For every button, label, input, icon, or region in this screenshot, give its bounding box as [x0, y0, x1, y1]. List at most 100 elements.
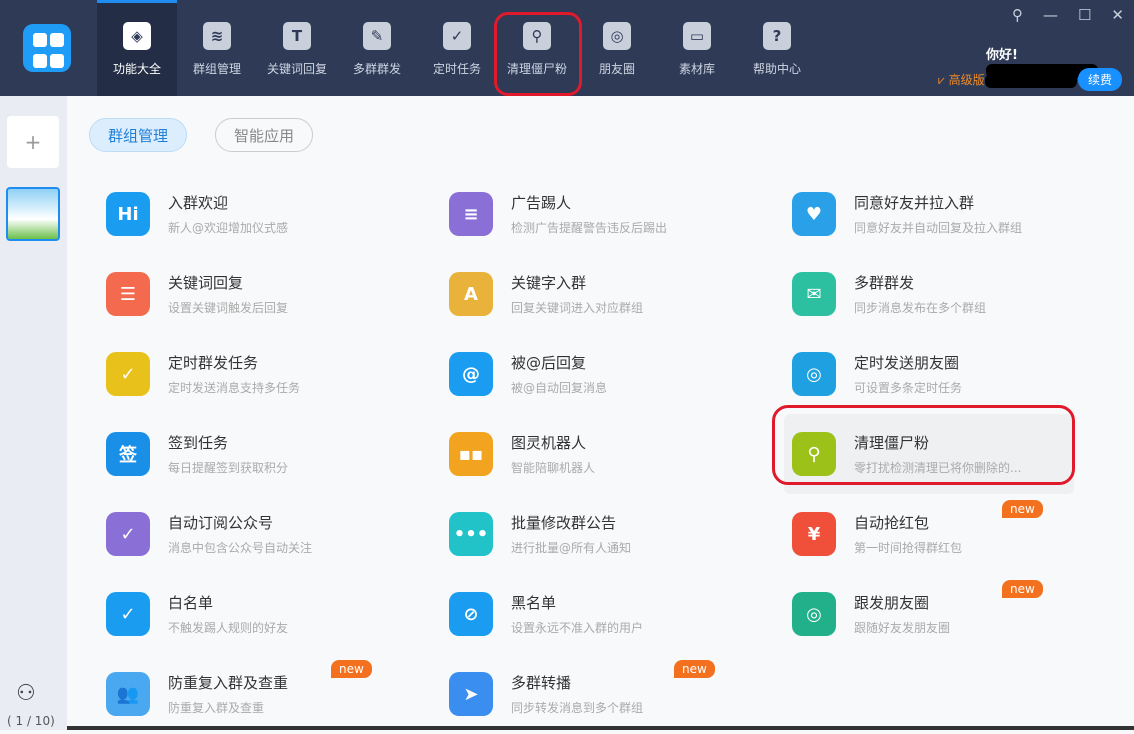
- feature-title: 图灵机器人: [511, 432, 595, 453]
- text-icon: T: [283, 22, 311, 50]
- feature-card[interactable]: ✓ 自动订阅公众号 消息中包含公众号自动关注: [98, 494, 441, 574]
- nav-label: 功能大全: [113, 60, 161, 77]
- feature-card[interactable]: ▪▪ 图灵机器人 智能陪聊机器人: [441, 414, 784, 494]
- feature-title: 签到任务: [168, 432, 288, 453]
- minimize-button[interactable]: —: [1043, 6, 1058, 24]
- redacted-expiry: [985, 74, 1077, 88]
- shield-icon: ≡: [449, 192, 493, 236]
- feature-card[interactable]: 👥 防重复入群及查重 防重复入群及查重 new: [98, 654, 441, 734]
- feature-desc: 定时发送消息支持多任务: [168, 379, 300, 396]
- feature-desc: 同步消息发布在多个群组: [854, 299, 986, 316]
- sign-in-icon: 签: [106, 432, 150, 476]
- aperture-icon: ◎: [792, 352, 836, 396]
- feature-title: 防重复入群及查重: [168, 672, 288, 693]
- verified-badge-icon: ✓: [106, 512, 150, 556]
- app-logo: [23, 24, 71, 72]
- feature-title: 广告踢人: [511, 192, 667, 213]
- bottom-border: [67, 726, 1134, 730]
- renew-button[interactable]: 续费: [1078, 68, 1122, 91]
- feature-card[interactable]: 签 签到任务 每日提醒签到获取积分: [98, 414, 441, 494]
- nav-item[interactable]: ?帮助中心: [737, 0, 817, 96]
- nav-item[interactable]: ◈ 功能大全: [97, 0, 177, 96]
- nav-item[interactable]: T 关键词回复: [257, 0, 337, 96]
- feature-desc: 可设置多条定时任务: [854, 379, 962, 396]
- feature-title: 白名单: [168, 592, 288, 613]
- chat-icon: ☰: [106, 272, 150, 316]
- feature-card[interactable]: ✓ 定时群发任务 定时发送消息支持多任务: [98, 334, 441, 414]
- nav-item[interactable]: ✎多群群发: [337, 0, 417, 96]
- feature-title: 多群群发: [854, 272, 986, 293]
- feature-title: 关键词回复: [168, 272, 288, 293]
- hi-bubble-icon: Hi: [106, 192, 150, 236]
- feature-title: 同意好友并拉入群: [854, 192, 1022, 213]
- feature-desc: 设置永远不准入群的用户: [511, 619, 643, 636]
- new-badge: new: [674, 660, 715, 678]
- feature-card[interactable]: ◎ 跟发朋友圈 跟随好友发朋友圈 new: [784, 574, 1074, 654]
- feature-desc: 智能陪聊机器人: [511, 459, 595, 476]
- feature-card[interactable]: ≡ 广告踢人 检测广告提醒警告违反后踢出: [441, 174, 784, 254]
- feature-desc: 新人@欢迎增加仪式感: [168, 219, 288, 236]
- feature-card[interactable]: ¥ 自动抢红包 第一时间抢得群红包 new: [784, 494, 1074, 574]
- add-account-button[interactable]: +: [7, 116, 59, 168]
- users-icon[interactable]: ⚇: [16, 681, 36, 706]
- user-check-icon: ✓: [106, 592, 150, 636]
- tab[interactable]: 智能应用: [215, 118, 313, 152]
- aperture-icon: ◎: [603, 22, 631, 50]
- red-packet-icon: ¥: [792, 512, 836, 556]
- nav-label: 多群群发: [353, 60, 401, 77]
- cube-icon: ◈: [123, 22, 151, 50]
- nav-item[interactable]: ◎ 朋友圈: [577, 0, 657, 96]
- feature-title: 自动订阅公众号: [168, 512, 312, 533]
- tab[interactable]: 群组管理: [89, 118, 187, 152]
- close-button[interactable]: ✕: [1111, 6, 1124, 24]
- feature-card[interactable]: A 关键字入群 回复关键词进入对应群组: [441, 254, 784, 334]
- feature-card[interactable]: ⊘ 黑名单 设置永远不准入群的用户: [441, 574, 784, 654]
- follow-moments-icon: ◎: [792, 592, 836, 636]
- nav-label: 朋友圈: [599, 60, 635, 77]
- calendar-icon: ✓: [106, 352, 150, 396]
- feature-title: 批量修改群公告: [511, 512, 631, 533]
- user-block-icon: ⊘: [449, 592, 493, 636]
- pin-icon[interactable]: ⚲: [1012, 6, 1023, 24]
- announcement-icon: •••: [449, 512, 493, 556]
- feature-card[interactable]: ✓ 白名单 不触发踢人规则的好友: [98, 574, 441, 654]
- top-bar: ◈功能大全≋群组管理T关键词回复✎多群群发✓定时任务⚲清理僵尸粉◎朋友圈▭素材库…: [0, 0, 1134, 96]
- feature-desc: 每日提醒签到获取积分: [168, 459, 288, 476]
- feature-desc: 设置关键词触发后回复: [168, 299, 288, 316]
- feature-desc: 进行批量@所有人通知: [511, 539, 631, 556]
- account-avatar[interactable]: [6, 187, 60, 241]
- feature-card[interactable]: ☰ 关键词回复 设置关键词触发后回复: [98, 254, 441, 334]
- feature-card[interactable]: ✉ 多群群发 同步消息发布在多个群组: [784, 254, 1074, 334]
- version-text: 高级版: [949, 73, 985, 87]
- feature-title: 跟发朋友圈: [854, 592, 950, 613]
- nav-item[interactable]: ✓定时任务: [417, 0, 497, 96]
- feature-desc: 消息中包含公众号自动关注: [168, 539, 312, 556]
- feature-card[interactable]: ♥ 同意好友并拉入群 同意好友并自动回复及拉入群组: [784, 174, 1074, 254]
- feature-desc: 同意好友并自动回复及拉入群组: [854, 219, 1022, 236]
- sidebar: + ⚇ ( 1 / 10): [0, 96, 67, 730]
- maximize-button[interactable]: ☐: [1078, 6, 1091, 24]
- user-heart-icon: ♥: [792, 192, 836, 236]
- robot-icon: ▪▪: [449, 432, 493, 476]
- nav-item[interactable]: ≋群组管理: [177, 0, 257, 96]
- feature-title: 自动抢红包: [854, 512, 962, 533]
- folder-icon: ▭: [683, 22, 711, 50]
- nav-label: 素材库: [679, 60, 715, 77]
- greeting-text: 你好!: [986, 48, 1018, 63]
- feature-card[interactable]: ➤ 多群转播 同步转发消息到多个群组 new: [441, 654, 784, 734]
- nav-item[interactable]: ▭ 素材库: [657, 0, 737, 96]
- nav-label: 定时任务: [433, 60, 481, 77]
- feature-card[interactable]: ••• 批量修改群公告 进行批量@所有人通知: [441, 494, 784, 574]
- feature-card[interactable]: @ 被@后回复 被@自动回复消息: [441, 334, 784, 414]
- feature-title: 关键字入群: [511, 272, 643, 293]
- feature-card[interactable]: ◎ 定时发送朋友圈 可设置多条定时任务: [784, 334, 1074, 414]
- main-nav: ◈功能大全≋群组管理T关键词回复✎多群群发✓定时任务⚲清理僵尸粉◎朋友圈▭素材库…: [97, 0, 817, 96]
- nav-label: 关键词回复: [267, 60, 327, 77]
- feature-desc: 跟随好友发朋友圈: [854, 619, 950, 636]
- new-badge: new: [1002, 500, 1043, 518]
- feature-title: 被@后回复: [511, 352, 607, 373]
- at-icon: @: [449, 352, 493, 396]
- version-label: ⩗ 高级版: [938, 71, 1077, 88]
- feature-card[interactable]: Hi 入群欢迎 新人@欢迎增加仪式感: [98, 174, 441, 254]
- layers-icon: ≋: [203, 22, 231, 50]
